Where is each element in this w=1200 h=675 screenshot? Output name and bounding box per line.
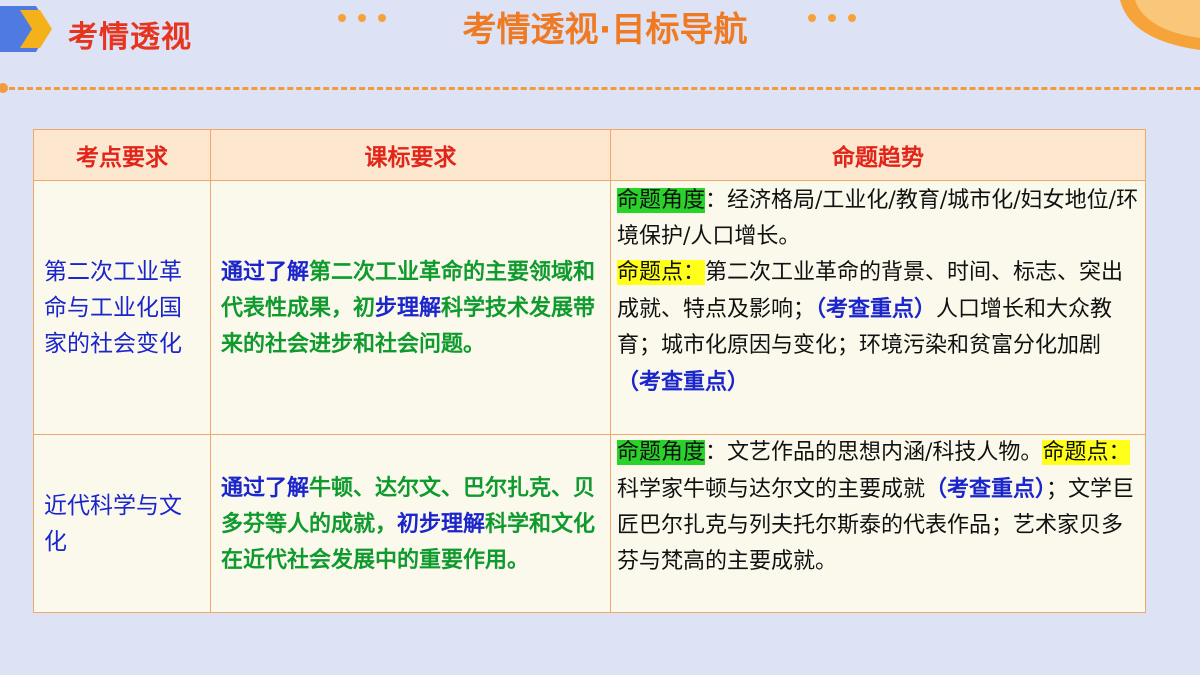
- corner-decoration-icon: [1120, 0, 1200, 50]
- column-header: 考点要求: [33, 129, 211, 181]
- table-header-row: 考点要求 课标要求 命题趋势: [33, 129, 1146, 181]
- key-point-tag: （考查重点）: [617, 369, 750, 395]
- topic-cell: 近代科学与文化: [33, 434, 211, 613]
- std-verb: 初步理解: [397, 510, 486, 537]
- column-header: 命题趋势: [610, 129, 1146, 181]
- trend-cell: 命题角度：文艺作品的思想内涵/科技人物。命题点： 科学家牛顿与达尔文的主要成就（考…: [610, 434, 1146, 613]
- table-row: 近代科学与文化 通过了解牛顿、达尔文、巴尔扎克、贝多芬等人的成就，初步理解科学和…: [33, 434, 1146, 613]
- column-header: 课标要求: [210, 129, 611, 181]
- angle-label: 命题角度: [617, 440, 706, 465]
- std-verb: 步理解: [375, 294, 442, 321]
- point-text: 科学家牛顿与达尔文的主要成就: [617, 477, 926, 502]
- key-point-tag: （考查重点）: [815, 296, 937, 322]
- trend-cell: 命题角度：经济格局/工业化/教育/城市化/妇女地位/环境保护/人口增长。 命题点：…: [610, 180, 1146, 435]
- standard-cell: 通过了解牛顿、达尔文、巴尔扎克、贝多芬等人的成就，初步理解科学和文化在近代社会发…: [210, 434, 611, 613]
- angle-text: ：文艺作品的思想内涵/科技人物。: [705, 440, 1043, 465]
- page-title: 考情透视·目标导航: [462, 10, 748, 50]
- decor-dots-left: [338, 14, 386, 22]
- table-row: 第二次工业革命与工业化国家的社会变化 通过了解第二次工业革命的主要领域和代表性成…: [33, 180, 1146, 435]
- angle-label: 命题角度: [617, 188, 706, 213]
- point-label: 命题点：: [617, 260, 706, 285]
- std-prefix: 通过了解: [221, 258, 310, 285]
- topic-cell: 第二次工业革命与工业化国家的社会变化: [33, 180, 211, 435]
- standard-cell: 通过了解第二次工业革命的主要领域和代表性成果，初步理解科学技术发展带来的社会进步…: [210, 180, 611, 435]
- section-label: 考情透视: [68, 20, 192, 55]
- section-badge-icon: [0, 6, 52, 52]
- exam-table: 考点要求 课标要求 命题趋势 第二次工业革命与工业化国家的社会变化 通过了解第二…: [33, 129, 1146, 613]
- decor-dots-right: [808, 14, 856, 22]
- key-point-tag: （考查重点）: [925, 476, 1047, 502]
- point-label: 命题点：: [1042, 440, 1131, 465]
- std-prefix: 通过了解: [221, 474, 310, 501]
- header-divider: [0, 87, 1200, 90]
